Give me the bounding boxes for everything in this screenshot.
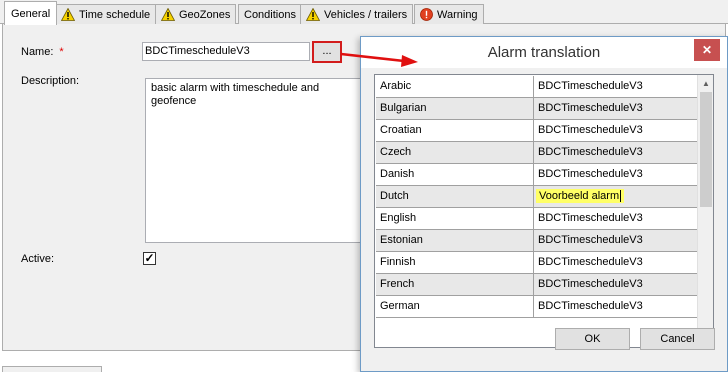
tab-strip: General Time schedule GeoZones Condition…: [0, 0, 728, 25]
scroll-up-icon[interactable]: ▲: [698, 75, 713, 91]
warning-icon: [306, 8, 320, 21]
table-row[interactable]: Croatian BDCTimescheduleV3: [376, 120, 698, 142]
close-icon: ✕: [701, 43, 713, 57]
tab-warning[interactable]: Warning: [414, 4, 484, 24]
tab-label: GeoZones: [179, 8, 231, 21]
language-cell: Arabic: [376, 76, 534, 98]
language-cell: German: [376, 296, 534, 318]
red-arrow-annotation: [340, 52, 418, 67]
tab-geozones[interactable]: GeoZones: [155, 4, 237, 24]
translation-cell[interactable]: BDCTimescheduleV3: [534, 296, 698, 318]
close-button[interactable]: ✕: [694, 39, 720, 61]
language-cell: Czech: [376, 142, 534, 164]
language-cell: Bulgarian: [376, 98, 534, 120]
table-row[interactable]: Danish BDCTimescheduleV3: [376, 164, 698, 186]
translation-cell[interactable]: BDCTimescheduleV3: [534, 120, 698, 142]
translation-cell-editing[interactable]: Voorbeeld alarm: [534, 186, 698, 208]
tab-general[interactable]: General: [4, 1, 58, 25]
table-row[interactable]: Finnish BDCTimescheduleV3: [376, 252, 698, 274]
text-caret: [620, 190, 622, 203]
warning-icon: [61, 8, 75, 21]
tab-label: Warning: [437, 8, 478, 21]
translation-grid[interactable]: Arabic BDCTimescheduleV3 Bulgarian BDCTi…: [374, 74, 714, 348]
language-cell: Estonian: [376, 230, 534, 252]
table-row[interactable]: French BDCTimescheduleV3: [376, 274, 698, 296]
table-row[interactable]: Bulgarian BDCTimescheduleV3: [376, 98, 698, 120]
description-label: Description:: [21, 75, 80, 87]
language-cell: Dutch: [376, 186, 534, 208]
translation-cell[interactable]: BDCTimescheduleV3: [534, 252, 698, 274]
alarm-translation-dialog: Alarm translation ✕ Arabic BDCTimeschedu…: [360, 36, 728, 372]
bottom-tab[interactable]: [2, 366, 102, 372]
tab-conditions[interactable]: Conditions: [238, 4, 302, 24]
ok-button[interactable]: OK: [555, 328, 630, 350]
translation-cell[interactable]: BDCTimescheduleV3: [534, 164, 698, 186]
table-row[interactable]: English BDCTimescheduleV3: [376, 208, 698, 230]
ellipsis-label: ...: [322, 44, 332, 57]
cancel-label: Cancel: [660, 333, 695, 345]
name-label-row: Name: *: [21, 46, 64, 58]
error-icon: [420, 8, 433, 21]
name-label: Name:: [21, 46, 54, 58]
table-row[interactable]: Dutch Voorbeeld alarm: [376, 186, 698, 208]
translation-cell[interactable]: BDCTimescheduleV3: [534, 142, 698, 164]
scroll-thumb[interactable]: [700, 92, 712, 207]
ok-label: OK: [584, 333, 601, 345]
edit-highlight[interactable]: Voorbeeld alarm: [536, 189, 625, 203]
tab-label: Time schedule: [79, 8, 151, 21]
translation-cell[interactable]: BDCTimescheduleV3: [534, 208, 698, 230]
cancel-button[interactable]: Cancel: [640, 328, 715, 350]
table-row[interactable]: German BDCTimescheduleV3: [376, 296, 698, 318]
warning-icon: [161, 8, 175, 21]
name-input[interactable]: BDCTimescheduleV3: [142, 42, 310, 61]
required-mark: *: [59, 46, 64, 58]
translation-cell[interactable]: BDCTimescheduleV3: [534, 274, 698, 296]
language-cell: English: [376, 208, 534, 230]
table-row[interactable]: Estonian BDCTimescheduleV3: [376, 230, 698, 252]
tab-time-schedule[interactable]: Time schedule: [55, 4, 157, 24]
table-row[interactable]: Czech BDCTimescheduleV3: [376, 142, 698, 164]
translate-ellipsis-button[interactable]: ...: [312, 41, 342, 63]
translation-cell[interactable]: BDCTimescheduleV3: [534, 98, 698, 120]
translation-cell[interactable]: BDCTimescheduleV3: [534, 230, 698, 252]
table-row[interactable]: Arabic BDCTimescheduleV3: [376, 76, 698, 98]
language-cell: Finnish: [376, 252, 534, 274]
tab-label: Conditions: [244, 8, 296, 21]
translation-cell[interactable]: BDCTimescheduleV3: [534, 76, 698, 98]
tab-label: Vehicles / trailers: [324, 8, 408, 21]
active-label: Active:: [21, 253, 55, 265]
tab-label: General: [11, 7, 51, 20]
language-cell: Croatian: [376, 120, 534, 142]
edit-text: Voorbeeld alarm: [539, 190, 620, 202]
tab-vehicles-trailers[interactable]: Vehicles / trailers: [300, 4, 414, 24]
vertical-scrollbar[interactable]: ▲ ▼: [697, 75, 713, 347]
language-cell: Danish: [376, 164, 534, 186]
language-cell: French: [376, 274, 534, 296]
description-textarea[interactable]: basic alarm with timeschedule and geofen…: [145, 78, 365, 243]
active-checkbox[interactable]: ✓: [143, 252, 156, 265]
